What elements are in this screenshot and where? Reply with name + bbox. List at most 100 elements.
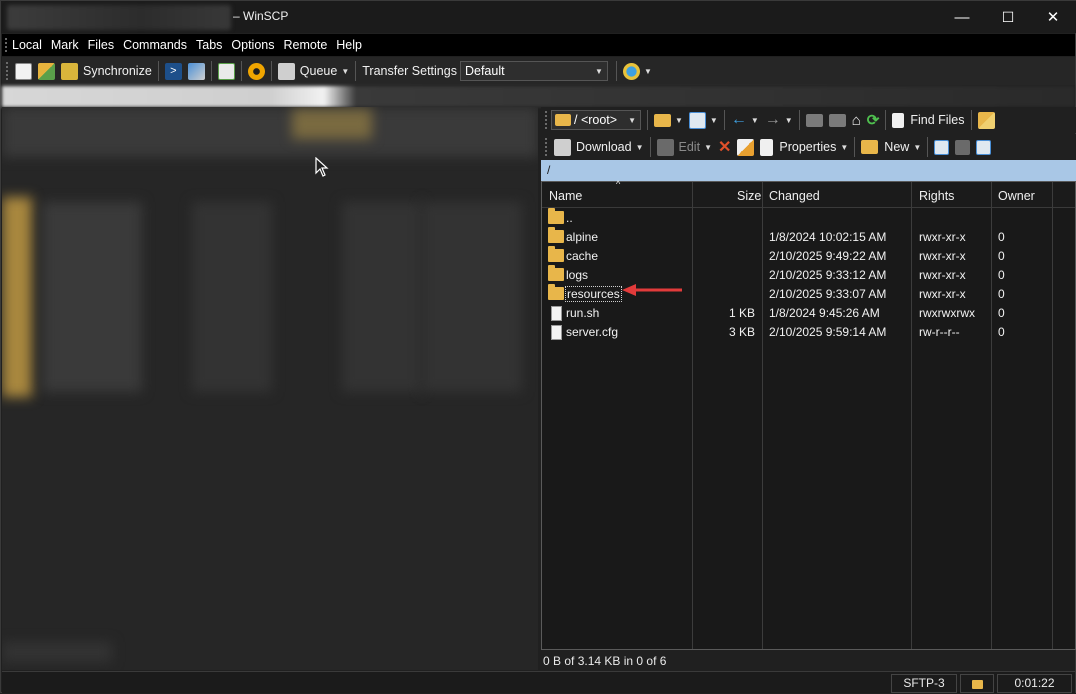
menu-tabs[interactable]: Tabs [196, 38, 222, 52]
file-row[interactable]: cache 2/10/2025 9:49:22 AM rwxr-xr-x 0 [542, 246, 1075, 265]
select-files-button[interactable] [931, 135, 952, 159]
compare-directories-button[interactable] [12, 59, 35, 83]
menu-remote[interactable]: Remote [284, 38, 328, 52]
file-row[interactable]: alpine 1/8/2024 10:02:15 AM rwxr-xr-x 0 [542, 227, 1075, 246]
back-button[interactable]: ← ▼ [728, 108, 762, 132]
file-row[interactable]: logs 2/10/2025 9:33:12 AM rwxr-xr-x 0 [542, 265, 1075, 284]
rename-icon [737, 138, 755, 156]
minimize-button[interactable]: — [939, 1, 985, 33]
find-files-button[interactable]: Find Files [889, 108, 967, 132]
file-name: .. [566, 211, 573, 225]
redacted-session-name [7, 5, 231, 30]
tree-icon [977, 111, 995, 129]
rename-button[interactable] [734, 135, 757, 159]
minus-select-icon [955, 139, 971, 155]
file-changed: 2/10/2025 9:49:22 AM [769, 249, 887, 263]
toolbar-separator [798, 110, 800, 130]
remote-file-toolbar: Download ▼ Edit ▼ ✕ Properties ▼ New ▼ [541, 134, 1076, 160]
toolbar-separator [647, 110, 648, 130]
filter-button[interactable]: ▼ [686, 108, 721, 132]
transfer-settings-select[interactable]: Default ▼ [459, 61, 608, 81]
new-label: New [884, 140, 910, 154]
menu-help[interactable]: Help [336, 38, 362, 52]
refresh-button[interactable]: ⟳ [864, 108, 883, 132]
toolbar-grip [6, 62, 9, 80]
blur-region [292, 109, 372, 139]
remote-file-list[interactable]: Name ^ Size Changed Rights Owner .. alpin… [541, 179, 1076, 650]
remote-nav-toolbar: / <root> ▼ ▼ ▼ ← ▼ → ▼ ⌂ ⟳ Find Files [541, 107, 1076, 133]
synchronize-label: Synchronize [83, 64, 152, 78]
find-files-icon [892, 112, 905, 128]
properties-button[interactable]: Properties ▼ [757, 135, 851, 159]
sync-browse-icon [38, 62, 55, 80]
preferences-button[interactable] [245, 59, 268, 83]
chevron-down-icon: ▼ [913, 142, 922, 152]
globe-icon [622, 62, 640, 80]
transfer-button[interactable]: ▼ [620, 59, 655, 83]
menu-local[interactable]: Local [12, 38, 42, 52]
close-button[interactable]: ✕ [1030, 1, 1076, 33]
tree-toggle-button[interactable] [975, 108, 998, 132]
blur-region [2, 197, 32, 397]
new-folder-icon [861, 140, 879, 154]
menu-commands[interactable]: Commands [123, 38, 187, 52]
delete-button[interactable]: ✕ [715, 135, 734, 159]
remote-location-select[interactable]: / <root> ▼ [551, 110, 641, 130]
parent-directory-row[interactable]: .. [542, 208, 1075, 227]
home-directory-button[interactable]: ⌂ [849, 108, 864, 132]
new-button[interactable]: New ▼ [858, 135, 924, 159]
filter-icon [976, 139, 992, 155]
blur-region [342, 202, 422, 392]
chevron-down-icon: ▼ [704, 142, 712, 152]
blur-region [42, 202, 142, 392]
lock-indicator[interactable] [960, 674, 994, 693]
toolbar-grip [545, 111, 548, 129]
file-row[interactable]: run.sh 1 KB 1/8/2024 9:45:26 AM rwxrwxrwx 0 [542, 303, 1075, 322]
file-owner: 0 [998, 230, 1005, 244]
menu-files[interactable]: Files [88, 38, 114, 52]
download-button[interactable]: Download ▼ [551, 135, 647, 159]
file-rights: rwxr-xr-x [919, 287, 966, 301]
session-tabs-blurred [2, 86, 1075, 107]
download-label: Download [576, 140, 632, 154]
file-owner: 0 [998, 268, 1005, 282]
file-row[interactable]: server.cfg 3 KB 2/10/2025 9:59:14 AM rw-r--… [542, 322, 1075, 341]
queue-button[interactable]: Queue ▼ [275, 59, 352, 83]
file-changed: 1/8/2024 10:02:15 AM [769, 230, 887, 244]
menu-options[interactable]: Options [231, 38, 274, 52]
refresh-images-button[interactable] [215, 59, 238, 83]
remote-path-bar[interactable]: / [541, 160, 1076, 181]
synchronize-button[interactable]: Synchronize [58, 59, 155, 83]
chevron-down-icon: ▼ [709, 115, 718, 125]
chevron-down-icon: ▼ [595, 66, 603, 76]
remote-status-text: 0 B of 3.14 KB in 0 of 6 [543, 654, 667, 668]
compare-icon [15, 62, 32, 80]
filter-select-button[interactable] [973, 135, 994, 159]
parent-directory-button[interactable] [803, 108, 826, 132]
terminal-button[interactable]: > [162, 59, 185, 83]
edit-button[interactable]: Edit ▼ [654, 135, 715, 159]
file-name: resources [565, 286, 622, 302]
synchronize-icon [61, 62, 78, 80]
folder-icon [548, 246, 564, 262]
lock-icon [971, 680, 983, 689]
refresh-icon: ⟳ [866, 112, 880, 129]
file-icon [551, 306, 562, 321]
unselect-files-button[interactable] [952, 135, 973, 159]
sync-browsing-button[interactable] [35, 59, 58, 83]
putty-button[interactable] [185, 59, 208, 83]
transfer-settings-label: Transfer Settings [359, 59, 460, 83]
file-changed: 2/10/2025 9:33:12 AM [769, 268, 887, 282]
chevron-down-icon: ▼ [643, 66, 652, 76]
home-icon: ⌂ [851, 111, 861, 129]
menu-mark[interactable]: Mark [51, 38, 79, 52]
maximize-button[interactable]: ☐ [985, 1, 1031, 33]
file-owner: 0 [998, 287, 1005, 301]
root-directory-button[interactable] [826, 108, 849, 132]
toolbar-separator [885, 110, 887, 130]
forward-button[interactable]: → ▼ [762, 108, 796, 132]
mouse-cursor-icon [315, 157, 329, 177]
open-directory-button[interactable]: ▼ [651, 108, 686, 132]
folder-icon [548, 227, 564, 243]
folder-icon [548, 284, 564, 300]
